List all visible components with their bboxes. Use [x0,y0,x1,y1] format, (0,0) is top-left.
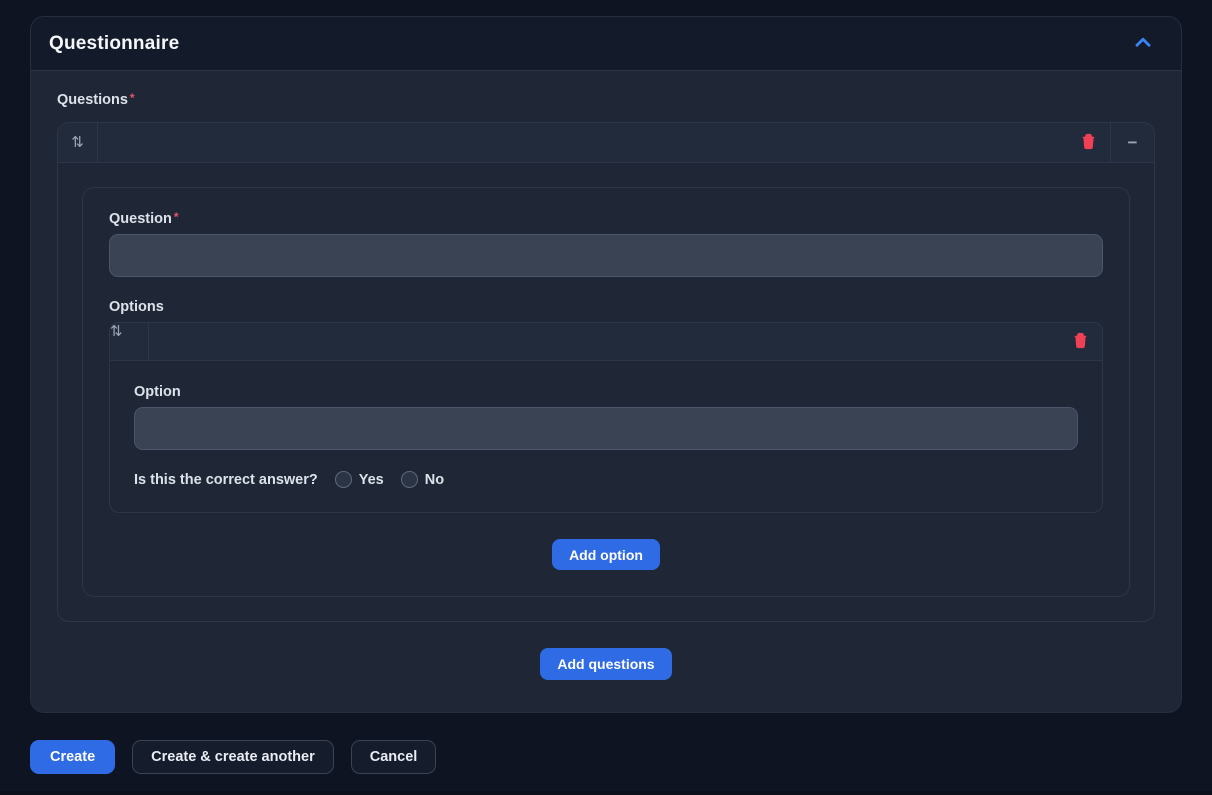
option-item-header: ⇅ [110,323,1102,361]
sort-icon: ⇅ [110,323,123,340]
question-item-header: ⇅ − [58,123,1154,163]
question-repeater-item: ⇅ − Question * Options ⇅ Option Is this … [57,122,1155,622]
add-questions-row: Add questions [57,648,1155,680]
option-label: Option [134,384,181,400]
section-body: Questions * ⇅ − Question * Options ⇅ Opt… [31,71,1181,702]
question-field-label-row: Question * [109,210,1103,228]
option-delete-button[interactable] [1058,323,1102,360]
minus-icon: − [1127,133,1138,152]
radio-no-label: No [424,471,445,488]
option-item-content: Option Is this the correct answer? Yes N… [110,361,1102,512]
option-sort-handle[interactable]: ⇅ [110,323,149,360]
section-collapse-button[interactable] [1127,28,1159,60]
add-option-button[interactable]: Add option [552,539,660,570]
add-option-row: Add option [109,539,1103,570]
add-questions-button[interactable]: Add questions [540,648,672,680]
option-header-spacer [149,323,1058,360]
option-field-label-row: Option [134,383,1078,401]
required-asterisk: * [173,210,179,224]
form-actions: Create Create & create another Cancel [30,740,437,774]
trash-icon [1080,133,1097,153]
radio-no-circle[interactable] [400,471,418,488]
create-and-create-another-button[interactable]: Create & create another [132,740,334,774]
questions-label: Questions [57,92,128,108]
create-button[interactable]: Create [30,740,116,774]
correct-answer-label: Is this the correct answer? [134,471,318,488]
question-collapse-button[interactable]: − [1110,123,1154,162]
questions-field-label-row: Questions * [57,91,1155,109]
question-header-spacer [98,123,1066,162]
trash-icon [1072,332,1089,352]
question-group: Question * Options ⇅ Option Is this the … [82,187,1130,597]
radio-yes-circle[interactable] [334,471,352,488]
option-input[interactable] [134,407,1078,450]
questionnaire-section: Questionnaire Questions * ⇅ − Question *… [30,16,1182,713]
section-title: Questionnaire [49,32,180,54]
radio-yes-label: Yes [358,471,384,488]
question-delete-button[interactable] [1066,123,1110,162]
question-label: Question [109,211,172,227]
bottom-scrollbar-track [0,791,1212,795]
question-input[interactable] [109,234,1103,277]
required-asterisk: * [129,91,135,105]
chevron-up-icon [1132,31,1154,56]
question-sort-handle[interactable]: ⇅ [58,123,98,162]
question-item-content: Question * Options ⇅ Option Is this the … [58,163,1154,621]
radio-option-yes[interactable]: Yes [334,471,384,488]
section-header: Questionnaire [31,17,1181,71]
correct-answer-field: Is this the correct answer? Yes No [134,471,1078,488]
options-label: Options [109,299,164,315]
radio-option-no[interactable]: No [400,471,445,488]
cancel-button[interactable]: Cancel [350,740,437,774]
sort-icon: ⇅ [71,134,84,151]
option-repeater-item: ⇅ Option Is this the correct answer? Yes… [109,322,1103,513]
